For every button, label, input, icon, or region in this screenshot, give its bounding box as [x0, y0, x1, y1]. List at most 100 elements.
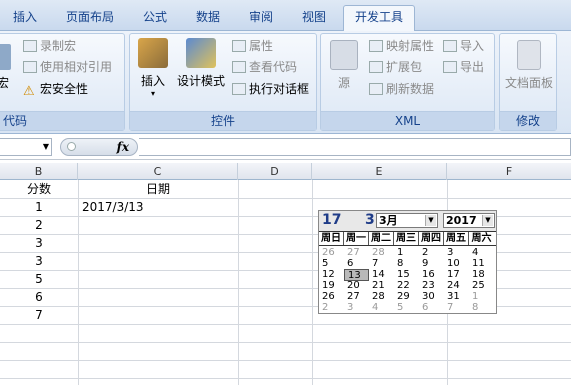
view-code-button[interactable]: 查看代码 — [232, 58, 297, 77]
record-macro-icon — [23, 40, 37, 52]
relative-reference-icon — [23, 61, 37, 73]
cell-b-value[interactable]: 3 — [0, 252, 78, 270]
formula-bar: ▼ fx — [0, 134, 571, 160]
fx-icon[interactable]: fx — [117, 140, 129, 154]
code-group: 宏 录制宏 使用相对引用 ⚠ 宏安全性 代码 — [0, 33, 125, 131]
cell-b-header[interactable]: 分数 — [0, 180, 78, 198]
column-header-c[interactable]: C — [78, 163, 238, 180]
grid-line — [0, 360, 571, 361]
tab-page-layout[interactable]: 页面布局 — [54, 6, 126, 30]
circle-icon — [67, 142, 76, 151]
macros-icon[interactable] — [0, 44, 11, 70]
cell-b-value[interactable]: 2 — [0, 216, 78, 234]
code-group-title: 代码 — [0, 111, 124, 130]
tab-insert[interactable]: 插入 — [0, 6, 50, 30]
column-header-b[interactable]: B — [0, 163, 78, 180]
refresh-data-button[interactable]: 刷新数据 — [369, 80, 434, 99]
xml-group-title: XML — [321, 111, 494, 130]
relative-reference-button[interactable]: 使用相对引用 — [23, 58, 112, 77]
export-icon — [443, 61, 457, 73]
formula-input[interactable] — [139, 138, 571, 156]
macros-button-label[interactable]: 宏 — [0, 74, 11, 91]
cell-b-value[interactable]: 1 — [0, 198, 78, 216]
calendar-day-grid: 26 27 28 1 2 3 4 5 6 7 8 9 10 11 12 13 14 15 16 17 18 19 20 21 2… — [319, 247, 496, 313]
modify-group: 文档面板 修改 — [499, 33, 557, 131]
properties-button[interactable]: 属性 — [232, 37, 273, 56]
chevron-down-icon[interactable]: ▼ — [425, 215, 436, 226]
toolbox-icon — [138, 38, 168, 68]
calendar-day-cell[interactable]: 7 — [444, 302, 469, 314]
cell-b-value[interactable]: 3 — [0, 234, 78, 252]
calendar-day-cell[interactable]: 3 — [344, 302, 369, 314]
grid-line — [0, 378, 571, 379]
weekday-label: 周日 — [319, 232, 344, 245]
name-box[interactable]: ▼ — [0, 138, 52, 156]
calendar-day-cell[interactable]: 4 — [369, 302, 394, 314]
tab-view[interactable]: 视图 — [290, 6, 338, 30]
xml-group: 源 映射属性 扩展包 刷新数据 导入 导出 XML — [320, 33, 495, 131]
export-button[interactable]: 导出 — [443, 58, 484, 77]
calendar-day-cell[interactable]: 2 — [319, 302, 344, 314]
weekday-label: 周五 — [444, 232, 469, 245]
calendar-day-cell[interactable]: 8 — [469, 302, 494, 314]
weekday-label: 周三 — [394, 232, 419, 245]
column-header-f[interactable]: F — [447, 163, 571, 180]
month-select[interactable]: 3月 ▼ — [376, 213, 438, 228]
source-button[interactable]: 源 — [327, 40, 361, 91]
weekday-label: 周一 — [344, 232, 369, 245]
modify-group-title: 修改 — [500, 111, 556, 130]
year-select[interactable]: 2017 ▼ — [443, 213, 495, 228]
grid-line — [0, 342, 571, 343]
chevron-down-icon[interactable]: ▼ — [43, 139, 49, 155]
calendar-header: 17 3 3月 ▼ 2017 ▼ — [319, 211, 496, 231]
design-mode-button[interactable]: 设计模式 — [174, 38, 228, 89]
chevron-down-icon: ▾ — [150, 89, 155, 98]
source-icon — [330, 40, 358, 70]
properties-icon — [232, 40, 246, 52]
tab-data[interactable]: 数据 — [184, 6, 232, 30]
calendar-day-cell[interactable]: 6 — [419, 302, 444, 314]
cell-b-value[interactable]: 6 — [0, 288, 78, 306]
expansion-packs-button[interactable]: 扩展包 — [369, 58, 422, 77]
calendar-day-title: 17 — [322, 212, 342, 228]
warning-icon: ⚠ — [23, 84, 35, 99]
map-properties-button[interactable]: 映射属性 — [369, 37, 434, 56]
grid-line — [78, 180, 79, 385]
tab-developer[interactable]: 开发工具 — [343, 5, 415, 31]
tab-review[interactable]: 审阅 — [236, 6, 286, 30]
import-button[interactable]: 导入 — [443, 37, 484, 56]
function-button[interactable]: fx — [60, 138, 138, 156]
record-macro-button[interactable]: 录制宏 — [23, 37, 76, 56]
weekday-label: 周六 — [471, 233, 492, 244]
run-dialog-button[interactable]: 执行对话框 — [232, 80, 309, 99]
column-header-e[interactable]: E — [312, 163, 447, 180]
cell-c-date[interactable]: 2017/3/13 — [82, 198, 232, 216]
weekday-label: 周四 — [419, 232, 444, 245]
import-icon — [443, 40, 457, 52]
cell-c-header[interactable]: 日期 — [78, 180, 238, 198]
tab-formulas[interactable]: 公式 — [130, 6, 180, 30]
map-properties-icon — [369, 40, 383, 52]
cell-b-value[interactable]: 7 — [0, 306, 78, 324]
calendar-month-title: 3 — [365, 212, 375, 228]
expansion-packs-icon — [369, 61, 383, 73]
calendar-control[interactable]: 17 3 3月 ▼ 2017 ▼ 周日 周一 周二 周三 周四 周五 周六 2 6… — [318, 210, 497, 314]
grid-line — [238, 180, 239, 385]
column-header-d[interactable]: D — [238, 163, 312, 180]
design-mode-icon — [186, 38, 216, 68]
controls-group-title: 控件 — [130, 111, 316, 130]
refresh-icon — [369, 83, 383, 95]
calendar-day-cell[interactable]: 5 — [394, 302, 419, 314]
insert-control-button[interactable]: 插入 ▾ — [134, 38, 172, 98]
run-dialog-icon — [232, 83, 246, 95]
grid-line — [0, 324, 571, 325]
chevron-down-icon[interactable]: ▼ — [482, 215, 493, 226]
grid-line — [312, 180, 313, 385]
document-panel-icon — [517, 40, 541, 70]
column-headers: B C D E F — [0, 163, 571, 180]
weekday-label: 周二 — [369, 232, 394, 245]
controls-group: 插入 ▾ 设计模式 属性 查看代码 执行对话框 控件 — [129, 33, 317, 131]
document-panel-button[interactable]: 文档面板 — [502, 40, 556, 91]
macro-security-button[interactable]: ⚠ 宏安全性 — [23, 80, 88, 99]
cell-b-value[interactable]: 5 — [0, 270, 78, 288]
